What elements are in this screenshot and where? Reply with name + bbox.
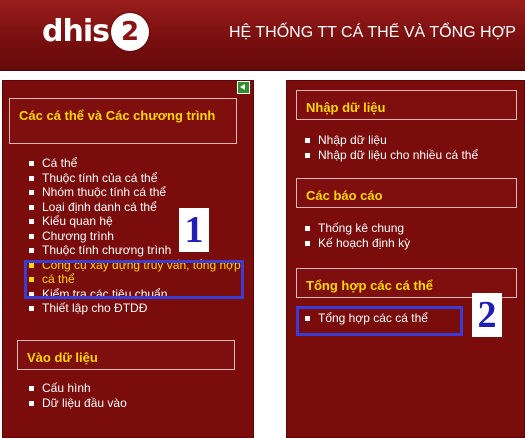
section-title: Tổng hợp các cá thể bbox=[306, 278, 433, 293]
menu-item-person-attributes[interactable]: Thuộc tính của cá thể bbox=[28, 171, 241, 186]
section-header-persons-programs[interactable]: Các cá thể và Các chương trình bbox=[9, 98, 237, 144]
menu-item-schedule-plan[interactable]: Kế hoạch định kỳ bbox=[304, 236, 410, 251]
section-header-data-entry[interactable]: Vào dữ liệu bbox=[17, 340, 235, 370]
menu-item-import-data[interactable]: Nhập dữ liệu bbox=[304, 133, 478, 148]
section-header-import[interactable]: Nhập dữ liệu bbox=[296, 90, 517, 120]
menu-item-statistics[interactable]: Thống kê chung bbox=[304, 221, 410, 236]
section-title: Nhập dữ liệu bbox=[306, 100, 386, 115]
menu-item-input-data[interactable]: Dữ liệu đầu vào bbox=[28, 396, 127, 411]
menu-item-import-multiple[interactable]: Nhập dữ liệu cho nhiều cá thể bbox=[304, 148, 478, 163]
dhis2-logo[interactable]: dhis 2 bbox=[42, 12, 149, 52]
data-entry-menu: Cấu hình Dữ liệu đầu vào bbox=[28, 381, 127, 410]
logo-badge: 2 bbox=[110, 13, 149, 51]
callout-number-1: 1 bbox=[179, 208, 209, 252]
logo-number: 2 bbox=[120, 17, 140, 47]
logo-text: dhis bbox=[42, 14, 110, 49]
section-title: Các báo cáo bbox=[306, 188, 383, 203]
app-header: dhis 2 HỆ THỐNG TT CÁ THỂ VÀ TỔNG HỢP bbox=[0, 0, 525, 71]
section-header-reports[interactable]: Các báo cáo bbox=[296, 178, 517, 208]
import-menu: Nhập dữ liệu Nhập dữ liệu cho nhiều cá t… bbox=[304, 133, 478, 162]
callout-highlight-box-1 bbox=[24, 260, 244, 299]
section-title: Vào dữ liệu bbox=[27, 350, 98, 365]
callout-number-2: 2 bbox=[472, 293, 502, 337]
collapse-arrow-icon[interactable] bbox=[237, 81, 250, 94]
section-title: Các cá thể và Các chương trình bbox=[19, 108, 216, 123]
reports-menu: Thống kê chung Kế hoạch định kỳ bbox=[304, 221, 410, 250]
app-title: HỆ THỐNG TT CÁ THỂ VÀ TỔNG HỢP bbox=[229, 24, 516, 41]
menu-item-configuration[interactable]: Cấu hình bbox=[28, 381, 127, 396]
callout-highlight-box-2 bbox=[296, 306, 463, 336]
menu-item-attribute-groups[interactable]: Nhóm thuộc tính cá thể bbox=[28, 185, 241, 200]
menu-item-persons[interactable]: Cá thể bbox=[28, 156, 241, 171]
menu-item-mobile-settings[interactable]: Thiết lập cho ĐTDĐ bbox=[28, 301, 241, 316]
